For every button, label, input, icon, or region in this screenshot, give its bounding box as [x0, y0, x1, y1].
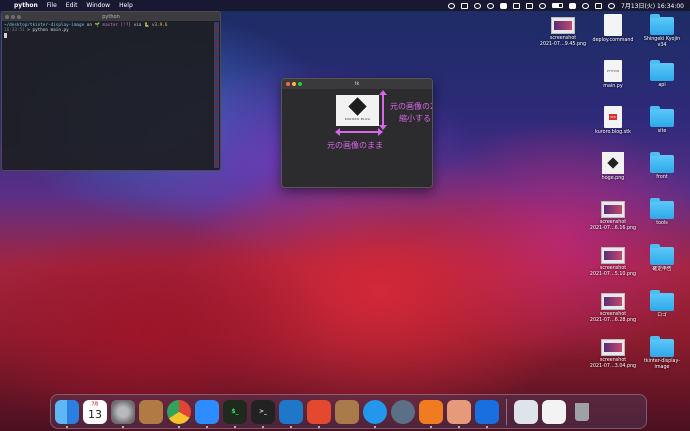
folder-icon	[650, 60, 674, 81]
dock-terminal-icon[interactable]: >_	[251, 399, 275, 428]
status-icon-6[interactable]	[526, 2, 533, 9]
menu-window[interactable]: Window	[86, 2, 110, 9]
status-icon-5[interactable]	[513, 2, 520, 9]
annotation-scale: 元の画像の2倍	[390, 102, 432, 111]
document-icon	[604, 14, 622, 36]
dock-quicktime-icon[interactable]	[391, 399, 415, 424]
desktop-item-folder-shingeki[interactable]: Shingeki Kyojin v34	[633, 14, 690, 49]
terminal-scrollbar[interactable]	[214, 22, 219, 168]
kuroro-logo-icon	[348, 97, 367, 116]
terminal-title: python	[102, 14, 120, 20]
menubar-datetime[interactable]: 7月13日(火) 16:34:00	[621, 1, 684, 10]
status-icon-1[interactable]	[448, 2, 455, 9]
menu-edit[interactable]: Edit	[66, 2, 78, 9]
dock-download-folder-icon[interactable]	[514, 399, 538, 424]
desktop-item-folder-front[interactable]: front	[633, 152, 690, 181]
dock-preview-icon[interactable]	[447, 399, 471, 428]
dock-contacts-icon[interactable]	[139, 399, 163, 424]
screenshot-thumbnail-icon	[601, 339, 625, 356]
horizontal-arrow-icon	[335, 128, 383, 136]
cloud-icon[interactable]	[500, 2, 507, 9]
status-icon-3[interactable]	[474, 2, 481, 9]
search-icon[interactable]	[582, 2, 589, 9]
dock-sourcetree-icon[interactable]	[419, 399, 443, 428]
desktop-item-folder-tax[interactable]: 確定申告	[633, 244, 690, 273]
dock: 7月 13 $_ >_	[50, 394, 647, 429]
dock-archive-icon[interactable]	[335, 399, 359, 424]
dock-iterm-icon[interactable]: $_	[223, 399, 247, 428]
menu-help[interactable]: Help	[119, 2, 133, 9]
folder-icon	[650, 336, 674, 357]
menu-file[interactable]: File	[47, 2, 57, 9]
tk-titlebar[interactable]: tk	[282, 79, 432, 89]
tk-displayed-image: KURORO BLOG	[336, 95, 379, 126]
dock-trash-icon[interactable]	[570, 400, 594, 424]
dock-activity-icon[interactable]	[307, 399, 331, 428]
dock-finder-icon[interactable]	[55, 399, 79, 428]
battery-icon[interactable]	[552, 3, 563, 8]
siri-icon[interactable]	[608, 2, 615, 9]
dock-vscode-icon[interactable]	[279, 399, 303, 428]
terminal-window[interactable]: python ~/desktop/tkinter-display-image o…	[1, 11, 221, 171]
tk-window[interactable]: tk KURORO BLOG 元の画像の2倍 縮小する 元の画像のまま	[281, 78, 433, 188]
status-area: 7月13日(火) 16:34:00	[448, 1, 684, 10]
menu-bar: python File Edit Window Help 7月13日(火) 16…	[0, 0, 690, 11]
branch-icon: 🌱	[94, 23, 100, 28]
image-file-icon	[602, 152, 624, 174]
dock-separator	[506, 398, 507, 425]
dock-infinity-icon[interactable]	[475, 399, 499, 428]
dock-system-preferences-icon[interactable]	[111, 399, 135, 428]
logo-text: KURORO BLOG	[344, 117, 371, 121]
annotation-shrink: 縮小する	[399, 114, 431, 123]
control-center-icon[interactable]	[595, 2, 602, 9]
status-icon-4[interactable]	[487, 2, 494, 9]
terminal-cursor-line	[4, 33, 218, 40]
folder-icon	[650, 152, 674, 173]
folder-icon	[650, 198, 674, 219]
red-document-icon: STK	[604, 106, 622, 128]
dock-document-icon[interactable]	[542, 399, 566, 424]
desktop-item-folder-site[interactable]: site	[633, 106, 690, 135]
screenshot-thumbnail-icon	[551, 17, 575, 34]
dock-zoom-icon[interactable]	[195, 399, 219, 428]
python-icon: 🐍	[143, 23, 150, 28]
status-icon-2[interactable]	[461, 2, 468, 9]
desktop-item-folder-tools[interactable]: tools	[633, 198, 690, 227]
dock-chrome-icon[interactable]	[167, 399, 191, 428]
wifi-icon[interactable]	[569, 2, 576, 9]
screenshot-thumbnail-icon	[601, 293, 625, 310]
dock-docker-icon[interactable]	[363, 399, 387, 428]
desktop-item-folder-api[interactable]: api	[633, 60, 690, 89]
screenshot-thumbnail-icon	[601, 247, 625, 264]
status-icon-7[interactable]	[539, 2, 546, 9]
screenshot-thumbnail-icon	[601, 201, 625, 218]
desktop-item-folder-tkinter[interactable]: tkinter-display- image	[633, 336, 690, 371]
folder-icon	[650, 106, 674, 127]
vertical-arrow-icon	[379, 90, 387, 130]
terminal-titlebar[interactable]: python	[2, 12, 220, 21]
folder-icon	[650, 244, 674, 265]
desktop-item-folder-logo[interactable]: ロゴ	[633, 290, 690, 319]
tk-title: tk	[354, 81, 360, 87]
folder-icon	[650, 14, 674, 35]
terminal-output[interactable]: ~/desktop/tkinter-display-image on 🌱 mas…	[2, 21, 220, 42]
terminal-cursor	[4, 33, 7, 38]
dock-calendar-icon[interactable]: 7月 13	[83, 399, 107, 424]
annotation-original: 元の画像のまま	[327, 141, 383, 150]
folder-icon	[650, 290, 674, 311]
menu-app-name[interactable]: python	[14, 2, 38, 9]
python-file-icon: PYTHON	[604, 60, 622, 82]
